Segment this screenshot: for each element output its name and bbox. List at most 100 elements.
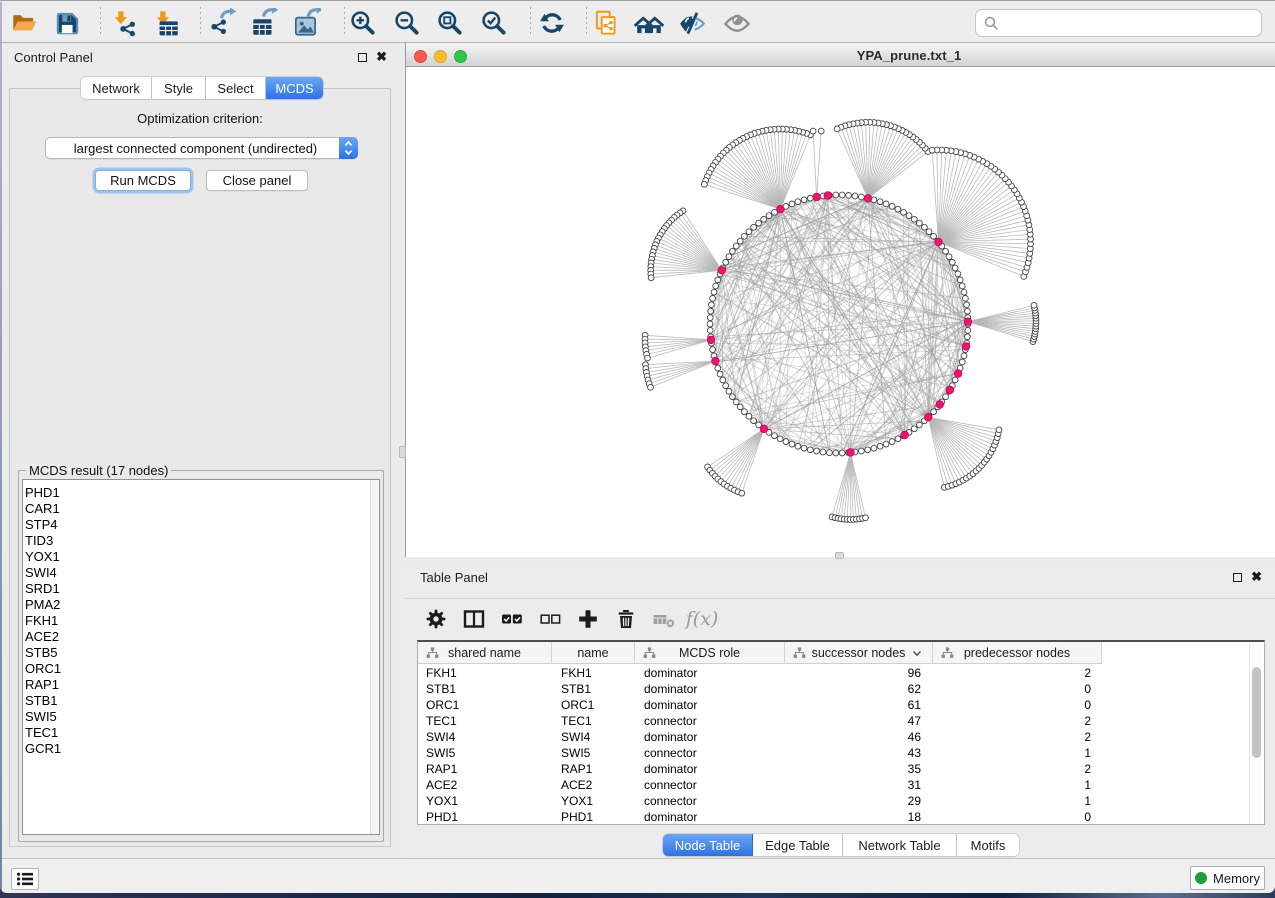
clone-network-button[interactable] bbox=[585, 4, 627, 42]
zoom-out-button[interactable] bbox=[386, 4, 428, 42]
table-cell: YOX1 bbox=[552, 793, 635, 809]
table-row[interactable]: SWI5SWI5connector431 bbox=[418, 745, 1102, 761]
table-cell: dominator bbox=[635, 681, 785, 697]
open-file-button[interactable] bbox=[3, 4, 45, 42]
optimization-criterion-select[interactable]: largest connected component (undirected) bbox=[45, 137, 358, 159]
save-session-button[interactable] bbox=[46, 4, 88, 42]
export-image-button[interactable] bbox=[285, 4, 327, 42]
horizontal-splitter-handle[interactable] bbox=[835, 552, 844, 559]
table-row[interactable]: SWI4SWI4dominator462 bbox=[418, 729, 1102, 745]
table-scrollbar[interactable] bbox=[1249, 643, 1262, 824]
zoom-in-button[interactable] bbox=[342, 4, 384, 42]
table-row[interactable]: ORC1ORC1dominator610 bbox=[418, 697, 1102, 713]
tab-motifs[interactable]: Motifs bbox=[957, 834, 1019, 856]
table-row[interactable]: PHD1PHD1dominator180 bbox=[418, 809, 1102, 825]
zoom-fit-button[interactable] bbox=[429, 4, 471, 42]
tab-mcds[interactable]: MCDS bbox=[266, 77, 323, 99]
column-header-shared-name[interactable]: shared name bbox=[418, 642, 552, 664]
delete-table-button[interactable] bbox=[645, 602, 683, 636]
mcds-result-item[interactable]: PMA2 bbox=[23, 597, 363, 613]
window-minimize-button[interactable] bbox=[434, 50, 447, 63]
mcds-result-item[interactable]: SRD1 bbox=[23, 581, 363, 597]
shared-column-icon bbox=[643, 647, 656, 659]
mcds-result-item[interactable]: TEC1 bbox=[23, 725, 363, 741]
import-network-button[interactable] bbox=[103, 4, 145, 42]
export-table-button[interactable] bbox=[243, 4, 285, 42]
float-table-panel-icon[interactable] bbox=[1233, 573, 1242, 582]
table-cell: ACE2 bbox=[552, 777, 635, 793]
mcds-result-item[interactable]: STB5 bbox=[23, 645, 363, 661]
network-canvas[interactable] bbox=[406, 68, 1275, 557]
tab-network-table[interactable]: Network Table bbox=[843, 834, 957, 856]
function-builder-icon: f(x) bbox=[686, 608, 719, 630]
mcds-result-item[interactable]: FKH1 bbox=[23, 613, 363, 629]
split-view-button[interactable] bbox=[455, 602, 493, 636]
mcds-result-item[interactable]: YOX1 bbox=[23, 549, 363, 565]
tab-edge-table[interactable]: Edge Table bbox=[753, 834, 843, 856]
column-header-name[interactable]: name bbox=[552, 642, 635, 664]
refresh-button[interactable] bbox=[531, 4, 573, 42]
close-panel-icon[interactable]: ✖ bbox=[376, 52, 387, 62]
mcds-result-item[interactable]: SWI4 bbox=[23, 565, 363, 581]
mcds-result-item[interactable]: ORC1 bbox=[23, 661, 363, 677]
table-cell: 1 bbox=[933, 777, 1102, 793]
run-mcds-button[interactable]: Run MCDS bbox=[95, 170, 191, 191]
mcds-result-item[interactable]: PHD1 bbox=[23, 485, 363, 501]
column-settings-button[interactable] bbox=[417, 602, 455, 636]
mcds-result-item[interactable]: ACE2 bbox=[23, 629, 363, 645]
show-hidden-button[interactable] bbox=[716, 4, 758, 42]
table-row[interactable]: TEC1TEC1connector472 bbox=[418, 713, 1102, 729]
vertical-splitter-handle[interactable] bbox=[399, 446, 406, 458]
table-row[interactable]: STB1STB1dominator620 bbox=[418, 681, 1102, 697]
window-maximize-button[interactable] bbox=[454, 50, 467, 63]
table-cell: 1 bbox=[933, 745, 1102, 761]
mcds-result-item[interactable]: CAR1 bbox=[23, 501, 363, 517]
network-window-titlebar[interactable]: YPA_prune.txt_1 bbox=[406, 43, 1275, 67]
table-cell: 46 bbox=[785, 729, 933, 745]
mcds-result-list[interactable]: PHD1CAR1STP4TID3YOX1SWI4SRD1PMA2FKH1ACE2… bbox=[22, 479, 380, 835]
close-table-panel-icon[interactable]: ✖ bbox=[1251, 572, 1262, 582]
table-row[interactable]: YOX1YOX1connector291 bbox=[418, 793, 1102, 809]
zoom-selected-button[interactable] bbox=[473, 4, 515, 42]
mcds-result-item[interactable]: TID3 bbox=[23, 533, 363, 549]
create-column-button[interactable] bbox=[569, 602, 607, 636]
window-close-button[interactable] bbox=[414, 50, 427, 63]
deselect-all-button[interactable] bbox=[531, 602, 569, 636]
tab-network[interactable]: Network bbox=[81, 77, 152, 99]
table-row[interactable]: RAP1RAP1dominator352 bbox=[418, 761, 1102, 777]
float-panel-icon[interactable] bbox=[358, 53, 367, 62]
delete-column-button[interactable] bbox=[607, 602, 645, 636]
clone-network-icon bbox=[591, 8, 621, 38]
select-all-button[interactable] bbox=[493, 602, 531, 636]
mcds-result-item[interactable]: SWI5 bbox=[23, 709, 363, 725]
network-graph[interactable] bbox=[406, 68, 1275, 557]
mcds-result-item[interactable]: GCR1 bbox=[23, 741, 363, 757]
refresh-icon bbox=[537, 8, 567, 38]
table-row[interactable]: ACE2ACE2connector311 bbox=[418, 777, 1102, 793]
show-panels-button[interactable] bbox=[11, 868, 39, 890]
table-scrollbar-thumb[interactable] bbox=[1252, 667, 1261, 758]
column-header-predecessor-nodes[interactable]: predecessor nodes bbox=[933, 642, 1102, 664]
show-all-button[interactable] bbox=[628, 4, 670, 42]
export-image-icon bbox=[291, 8, 321, 38]
search-input[interactable] bbox=[999, 12, 1261, 34]
mcds-result-item[interactable]: STB1 bbox=[23, 693, 363, 709]
mcds-result-item[interactable]: RAP1 bbox=[23, 677, 363, 693]
hide-selected-button[interactable] bbox=[671, 4, 713, 42]
table-cell: SWI4 bbox=[418, 729, 552, 745]
tab-select[interactable]: Select bbox=[206, 77, 266, 99]
memory-button[interactable]: Memory bbox=[1190, 866, 1265, 890]
function-builder-button[interactable]: f(x) bbox=[683, 602, 721, 636]
zoom-out-icon bbox=[392, 8, 422, 38]
mcds-result-item[interactable]: STP4 bbox=[23, 517, 363, 533]
table-row[interactable]: FKH1FKH1dominator962 bbox=[418, 665, 1102, 681]
export-network-icon bbox=[207, 8, 237, 38]
close-panel-button[interactable]: Close panel bbox=[206, 170, 308, 191]
import-table-button[interactable] bbox=[145, 4, 187, 42]
export-network-button[interactable] bbox=[201, 4, 243, 42]
column-header-successor-nodes[interactable]: successor nodes bbox=[785, 642, 933, 664]
tab-node-table[interactable]: Node Table bbox=[663, 834, 753, 856]
tab-style[interactable]: Style bbox=[152, 77, 206, 99]
column-header-MCDS-role[interactable]: MCDS role bbox=[635, 642, 785, 664]
mcds-list-scrollbar[interactable] bbox=[370, 480, 379, 834]
